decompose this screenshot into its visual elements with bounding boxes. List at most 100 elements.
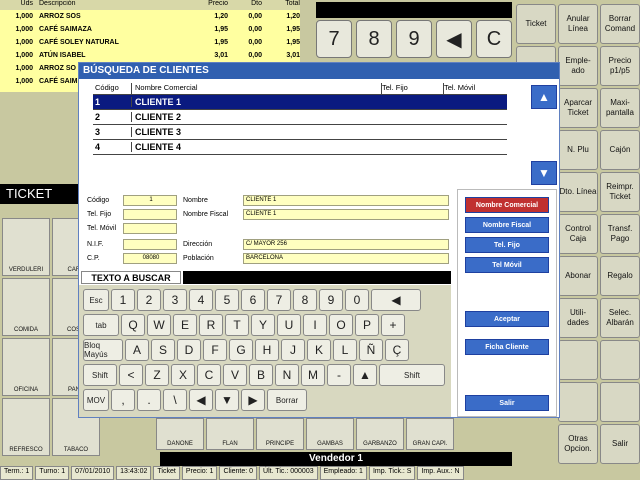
nombre-fiscal-field[interactable]: CLIENTE 1 (243, 209, 449, 220)
keyboard-key[interactable]: B (249, 364, 273, 386)
keyboard-key[interactable]: W (147, 314, 171, 336)
sort-button[interactable]: Tel Móvil (465, 257, 549, 273)
keyboard-key[interactable]: D (177, 339, 201, 361)
keyboard-key[interactable]: Shift (379, 364, 445, 386)
function-button[interactable]: Abonar (558, 256, 598, 296)
function-button[interactable] (600, 382, 640, 422)
product-category-tile[interactable]: VERDULERI (2, 218, 50, 276)
function-button[interactable]: Ticket (516, 4, 556, 44)
keyboard-key[interactable]: S (151, 339, 175, 361)
keyboard-key[interactable]: ▲ (353, 364, 377, 386)
function-button[interactable]: Emple- ado (558, 46, 598, 86)
keyboard-key[interactable]: Q (121, 314, 145, 336)
action-button[interactable]: Salir (465, 395, 549, 411)
function-button[interactable]: Maxi- pantalla (600, 88, 640, 128)
keyboard-key[interactable]: X (171, 364, 195, 386)
keyboard-key[interactable]: O (329, 314, 353, 336)
keyboard-key[interactable]: MOV (83, 389, 109, 411)
function-button[interactable]: Otras Opcion. (558, 424, 598, 464)
product-category-tile[interactable]: COMIDA (2, 278, 50, 336)
scroll-up-button[interactable]: ▲ (531, 85, 557, 109)
product-category-tile[interactable]: REFRESCO (2, 398, 50, 456)
keyboard-key[interactable]: 6 (241, 289, 265, 311)
nombre-field[interactable]: CLIENTE 1 (243, 195, 449, 206)
ticket-row[interactable]: 1,000 ATÚN ISABEL 3,01 0,00 3,01 (0, 49, 300, 62)
keyboard-key[interactable]: J (281, 339, 305, 361)
direccion-field[interactable]: C/ MAYOR 256 (243, 239, 449, 250)
numpad-key[interactable]: 7 (316, 20, 352, 58)
keyboard-key[interactable]: - (327, 364, 351, 386)
numpad-key[interactable]: 9 (396, 20, 432, 58)
product-tile[interactable]: GAMBAS (306, 418, 354, 450)
function-button[interactable]: Precio p1/p5 (600, 46, 640, 86)
keyboard-key[interactable]: 1 (111, 289, 135, 311)
keyboard-key[interactable]: 9 (319, 289, 343, 311)
keyboard-key[interactable]: K (307, 339, 331, 361)
customer-row[interactable]: 1 CLIENTE 1 (93, 95, 507, 110)
function-button[interactable] (558, 340, 598, 380)
customer-row[interactable]: 4 CLIENTE 4 (93, 140, 507, 155)
ticket-row[interactable]: 1,000 CAFÉ SAIMAZA 1,95 0,00 1,95 (0, 23, 300, 36)
nif-field[interactable] (123, 239, 177, 250)
action-button[interactable]: Aceptar (465, 311, 549, 327)
function-button[interactable]: Salir (600, 424, 640, 464)
keyboard-key[interactable]: Esc (83, 289, 109, 311)
keyboard-key[interactable]: R (199, 314, 223, 336)
keyboard-key[interactable]: ▶ (241, 389, 265, 411)
product-tile[interactable]: GARBANZO (356, 418, 404, 450)
keyboard-key[interactable]: Ç (385, 339, 409, 361)
keyboard-key[interactable]: C (197, 364, 221, 386)
keyboard-key[interactable]: + (381, 314, 405, 336)
keyboard-key[interactable]: \ (163, 389, 187, 411)
function-button[interactable]: Selec. Albarán (600, 298, 640, 338)
function-button[interactable] (600, 340, 640, 380)
keyboard-key[interactable]: F (203, 339, 227, 361)
sort-button[interactable]: Nombre Comercial (465, 197, 549, 213)
keyboard-key[interactable]: ◀ (189, 389, 213, 411)
poblacion-field[interactable]: BARCELONA (243, 253, 449, 264)
function-button[interactable]: Utili- dades (558, 298, 598, 338)
keyboard-key[interactable]: I (303, 314, 327, 336)
keyboard-key[interactable]: . (137, 389, 161, 411)
keyboard-key[interactable]: 4 (189, 289, 213, 311)
function-button[interactable]: Regalo (600, 256, 640, 296)
keyboard-key[interactable]: 5 (215, 289, 239, 311)
function-button[interactable]: N. Plu (558, 130, 598, 170)
keyboard-key[interactable]: < (119, 364, 143, 386)
keyboard-key[interactable]: 8 (293, 289, 317, 311)
keyboard-key[interactable]: T (225, 314, 249, 336)
keyboard-key[interactable]: ◀ (371, 289, 421, 311)
tel-fijo-field[interactable] (123, 209, 177, 220)
sort-button[interactable]: Tel. Fijo (465, 237, 549, 253)
keyboard-key[interactable]: V (223, 364, 247, 386)
product-tile[interactable]: PRINCIPE (256, 418, 304, 450)
product-tile[interactable]: DANONE (156, 418, 204, 450)
tel-movil-field[interactable] (123, 223, 177, 234)
product-tile[interactable]: FLAN (206, 418, 254, 450)
keyboard-key[interactable]: Shift (83, 364, 117, 386)
keyboard-key[interactable]: 2 (137, 289, 161, 311)
sort-button[interactable]: Nombre Fiscal (465, 217, 549, 233)
action-button[interactable]: Ficha Cliente (465, 339, 549, 355)
keyboard-key[interactable]: Ñ (359, 339, 383, 361)
keyboard-key[interactable]: G (229, 339, 253, 361)
function-button[interactable]: Reimpr. Ticket (600, 172, 640, 212)
numpad-key[interactable]: 8 (356, 20, 392, 58)
keyboard-key[interactable]: M (301, 364, 325, 386)
keyboard-key[interactable]: , (111, 389, 135, 411)
keyboard-key[interactable]: E (173, 314, 197, 336)
cp-field[interactable]: 08080 (123, 253, 177, 264)
product-category-tile[interactable]: OFICINA (2, 338, 50, 396)
keyboard-key[interactable]: 3 (163, 289, 187, 311)
function-button[interactable]: Transf. Pago (600, 214, 640, 254)
keyboard-key[interactable]: 7 (267, 289, 291, 311)
keyboard-key[interactable]: ▼ (215, 389, 239, 411)
keyboard-key[interactable]: Bloq Mayús (83, 339, 123, 361)
scroll-down-button[interactable]: ▼ (531, 161, 557, 185)
keyboard-key[interactable]: U (277, 314, 301, 336)
keyboard-key[interactable]: tab (83, 314, 119, 336)
function-button[interactable]: Dto. Línea (558, 172, 598, 212)
function-button[interactable]: Anular Línea (558, 4, 598, 44)
product-tile[interactable]: GRAN CAPI. (406, 418, 454, 450)
keyboard-key[interactable]: N (275, 364, 299, 386)
